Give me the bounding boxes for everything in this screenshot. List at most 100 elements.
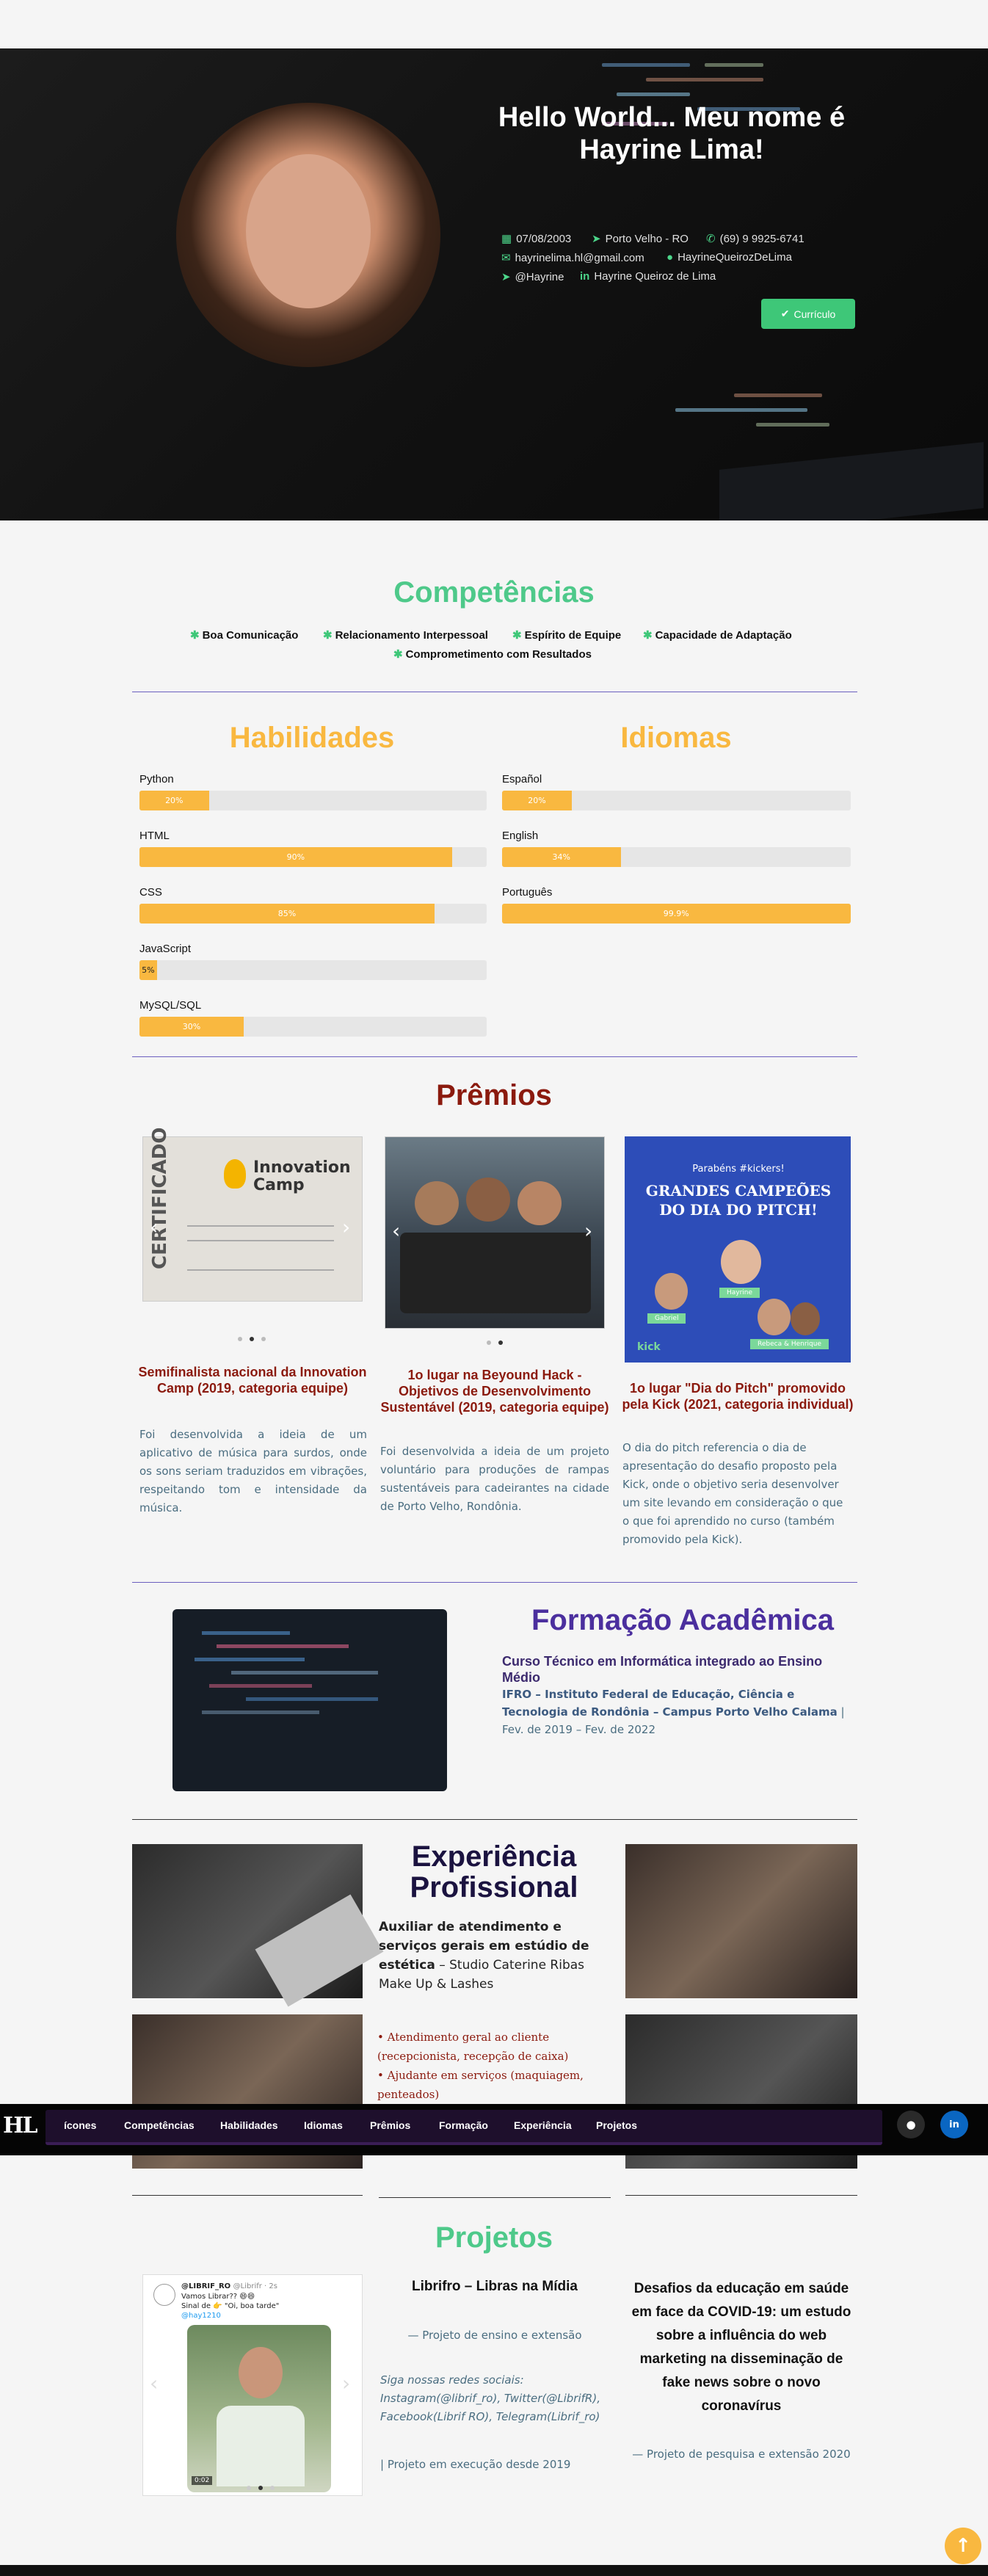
- skill-label: HTML: [139, 830, 170, 842]
- formacao-image: [172, 1609, 447, 1791]
- competencias-title: Competências: [393, 576, 595, 609]
- avatar-face: [246, 154, 371, 308]
- nav-habilidades[interactable]: Habilidades: [220, 2119, 278, 2131]
- carousel-prev-arrow[interactable]: ‹: [392, 1219, 400, 1243]
- nav-experiencia[interactable]: Experiência: [514, 2119, 572, 2131]
- github-link[interactable]: ● HayrineQueirozDeLima: [666, 251, 792, 264]
- experiencia-image-1: [132, 1844, 384, 2007]
- task-item: • Ajudante em serviços (maquiagem, pente…: [377, 2069, 584, 2101]
- gear-icon: ✱: [512, 629, 522, 642]
- divider: [625, 2195, 857, 2196]
- logo[interactable]: HL: [3, 2113, 37, 2138]
- gear-icon: ✱: [190, 629, 200, 642]
- experiencia-title: Experiência Profissional: [410, 1840, 578, 1904]
- email-link[interactable]: ✉ hayrinelima.hl@gmail.com: [501, 251, 644, 264]
- skill-progress: 85%: [139, 904, 487, 924]
- nav-premios[interactable]: Prêmios: [370, 2119, 410, 2131]
- tweet-name: @LIBRIF_RO @Librifr · 2s: [181, 2282, 277, 2290]
- project-1-social[interactable]: Instagram(@librif_ro), Twitter(@LibrifR)…: [380, 2390, 608, 2426]
- language-progress-fill: 99.9%: [502, 904, 851, 924]
- premios-title: Prêmios: [436, 1079, 552, 1111]
- decor: [195, 1658, 305, 1661]
- competencia-item: ✱ Boa Comunicação: [190, 629, 299, 642]
- linkedin-icon[interactable]: in: [940, 2111, 968, 2138]
- decor: [646, 78, 763, 81]
- telegram-icon: ➤: [501, 271, 511, 283]
- carousel-prev-arrow[interactable]: ‹: [150, 2371, 158, 2395]
- carousel-dot[interactable]: [250, 1337, 254, 1341]
- carousel-dot[interactable]: [258, 2486, 263, 2490]
- certificate-caption: Innovation Camp: [253, 1158, 351, 1194]
- experiencia-image-2: [625, 1844, 857, 1998]
- avatar: [153, 2284, 175, 2306]
- carousel-next-arrow[interactable]: ›: [342, 1215, 350, 1239]
- carousel-next-arrow[interactable]: ›: [342, 2371, 350, 2395]
- carousel-dot[interactable]: [498, 1340, 503, 1345]
- decor: [734, 393, 822, 397]
- tweet-card: @LIBRIF_RO @Librifr · 2s Vamos Librar?? …: [142, 2274, 363, 2496]
- gear-icon: ✱: [323, 629, 333, 642]
- certificate-label: CERTIFICADO: [149, 1127, 171, 1269]
- linkedin-link[interactable]: in Hayrine Queiroz de Lima: [580, 270, 716, 283]
- kick-logo: kick: [637, 1341, 661, 1353]
- award-image-1: CERTIFICADO Innovation Camp: [142, 1128, 363, 1302]
- language-progress: 20%: [502, 791, 851, 810]
- gear-icon: ✱: [393, 648, 403, 661]
- carousel-dot[interactable]: [487, 1340, 491, 1345]
- decor: [187, 1225, 334, 1227]
- language-progress-fill: 34%: [502, 847, 621, 867]
- nav-projetos[interactable]: Projetos: [596, 2119, 637, 2131]
- phone-icon: ✆: [706, 233, 716, 245]
- github-icon[interactable]: ●: [897, 2111, 925, 2138]
- formacao-details: IFRO – Instituto Federal de Educação, Ci…: [502, 1688, 845, 1736]
- skill-progress-fill: 20%: [139, 791, 209, 810]
- carousel-dot[interactable]: [270, 2486, 275, 2490]
- tweet-video[interactable]: 0:02: [187, 2325, 331, 2492]
- scroll-top-button[interactable]: ↑: [945, 2528, 981, 2564]
- carousel-dot[interactable]: [238, 1337, 242, 1341]
- nav-idiomas[interactable]: Idiomas: [304, 2119, 343, 2131]
- project-1-title: Librifro – Libras na Mídia: [412, 2279, 578, 2294]
- decor: [675, 408, 807, 412]
- project-1-sub: — Projeto de ensino e extensão: [407, 2329, 582, 2342]
- tweet-mention[interactable]: @hay1210: [181, 2312, 221, 2320]
- language-progress: 99.9%: [502, 904, 851, 924]
- nav-competencias[interactable]: Competências: [124, 2119, 195, 2131]
- decor: [187, 1240, 334, 1241]
- nav-icones[interactable]: ícones: [64, 2119, 96, 2131]
- video-duration: 0:02: [192, 2476, 213, 2485]
- avatar: [176, 103, 440, 367]
- skill-progress: 30%: [139, 1017, 487, 1037]
- award-text-2: Foi desenvolvida a ideia de um projeto v…: [380, 1445, 609, 1513]
- image-badge: Hayrine: [719, 1288, 760, 1298]
- idiomas-title: Idiomas: [620, 722, 732, 754]
- decor: [231, 1671, 378, 1675]
- hero-title: Hello World... Meu nome é Hayrine Lima!: [498, 102, 846, 165]
- decor: [187, 1269, 334, 1271]
- curriculo-button[interactable]: ✔ Currículo: [761, 299, 855, 329]
- telegram-link[interactable]: ➤ @Hayrine: [501, 270, 564, 283]
- skill-progress: 5%: [139, 960, 487, 980]
- person-decor: [758, 1299, 791, 1335]
- birth-info: ▦ 07/08/2003: [501, 233, 572, 245]
- project-2-title: Desafios da educação em saúde em face da…: [631, 2281, 851, 2414]
- skill-label: CSS: [139, 886, 162, 899]
- carousel-dot[interactable]: [261, 1337, 266, 1341]
- image-badge: Rebeca & Henrique: [750, 1339, 829, 1349]
- projetos-title: Projetos: [435, 2221, 553, 2254]
- carousel-dots: [247, 2486, 275, 2490]
- decor: [209, 1684, 312, 1688]
- award-image-2: [385, 1136, 605, 1329]
- gear-icon: ✱: [643, 629, 653, 642]
- nav-formacao[interactable]: Formação: [439, 2119, 488, 2131]
- laptop-decor: [255, 1894, 384, 2007]
- github-icon: ●: [666, 251, 674, 264]
- carousel-next-arrow[interactable]: ›: [584, 1219, 592, 1243]
- carousel-prev-arrow[interactable]: ‹: [150, 1215, 158, 1239]
- carousel-dots: [487, 1340, 503, 1345]
- skill-progress-fill: 85%: [139, 904, 435, 924]
- formacao-title: Formação Acadêmica: [531, 1604, 835, 1636]
- carousel-dot[interactable]: [247, 2486, 251, 2490]
- skill-progress-fill: 5%: [139, 960, 157, 980]
- decor: [246, 1697, 378, 1701]
